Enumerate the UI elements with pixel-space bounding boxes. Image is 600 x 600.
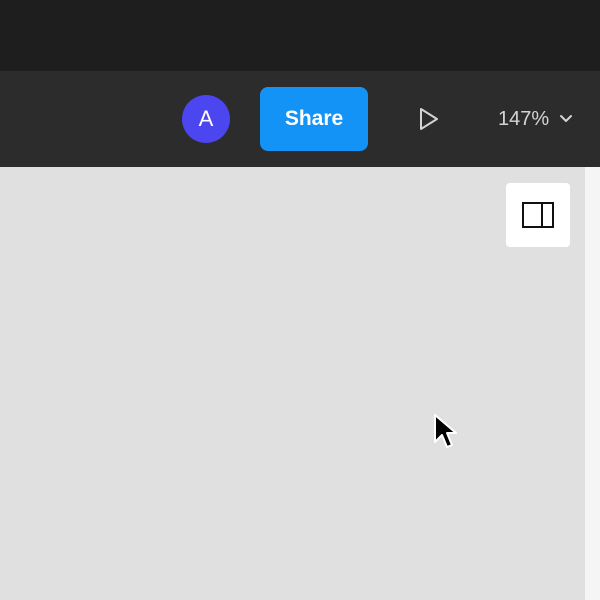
chevron-down-icon [559,114,573,124]
avatar-initial: A [198,106,214,131]
title-bar [0,0,600,71]
toggle-right-panel-button[interactable] [506,183,570,247]
play-icon [420,108,438,130]
user-avatar[interactable]: A [182,95,230,143]
toolbar: A Share 147% [0,71,600,167]
app-window: A Share 147% [0,0,600,600]
mouse-pointer-icon [434,414,457,448]
zoom-level: 147% [498,107,550,130]
right-sidebar-icon [522,202,554,228]
right-panel-edge [585,167,600,600]
canvas[interactable] [0,167,585,600]
share-button-label: Share [284,107,344,130]
share-button[interactable]: Share [260,87,368,151]
zoom-dropdown[interactable]: 147% [490,99,590,139]
present-button[interactable] [408,99,448,139]
